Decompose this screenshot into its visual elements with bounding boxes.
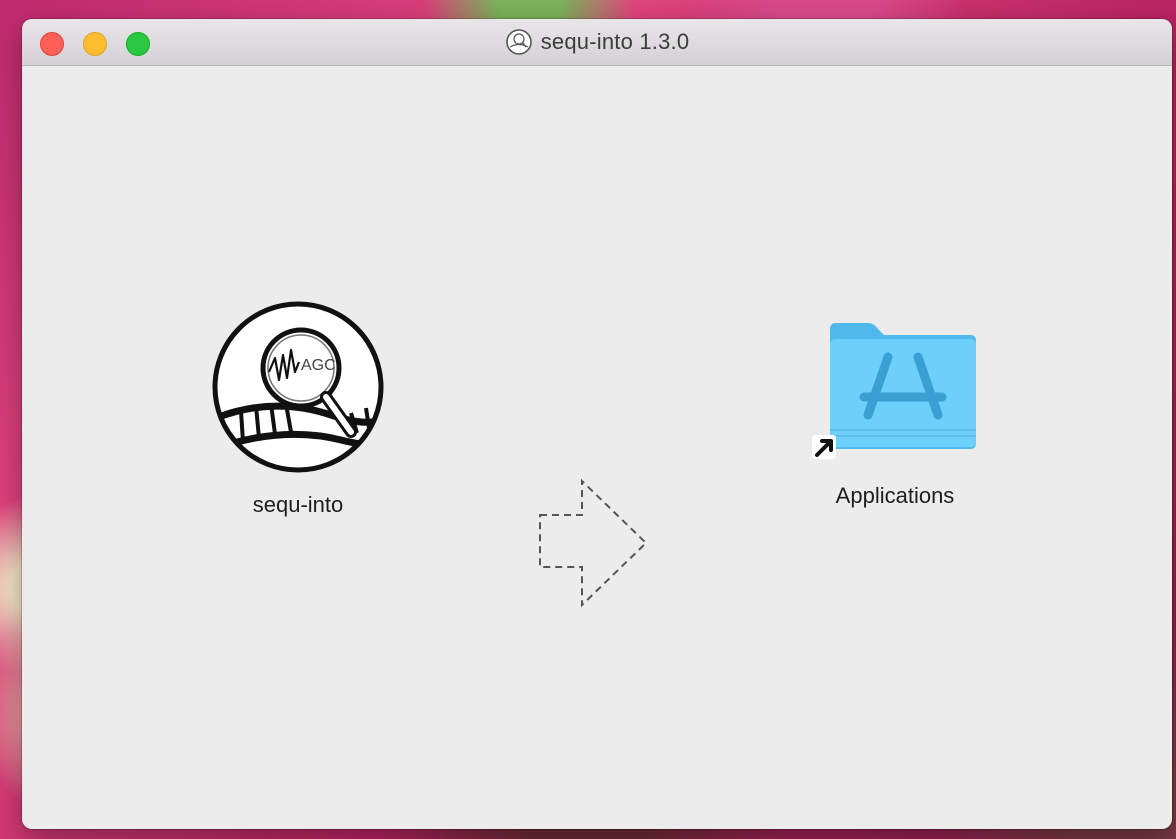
applications-folder-alias-icon[interactable] [810, 317, 980, 467]
app-icon-text: AGC [301, 357, 336, 374]
sequ-into-label: sequ-into [252, 492, 344, 517]
sequ-into-title-icon [505, 29, 532, 55]
drag-arrow-icon [539, 478, 648, 608]
applications-label: Applications [835, 483, 955, 508]
sequ-into-app-icon[interactable]: AGC [211, 300, 385, 474]
title-bar[interactable]: sequ-into 1.3.0 [22, 19, 1172, 66]
sequ-into-app[interactable]: AGC sequ-into [198, 300, 398, 518]
installer-window: sequ-into 1.3.0 AGC sequ-into Applicatio… [22, 19, 1172, 829]
window-title: sequ-into 1.3.0 [540, 29, 690, 54]
window-title-group: sequ-into 1.3.0 [22, 19, 1172, 65]
applications-folder[interactable]: Applications [795, 317, 995, 509]
